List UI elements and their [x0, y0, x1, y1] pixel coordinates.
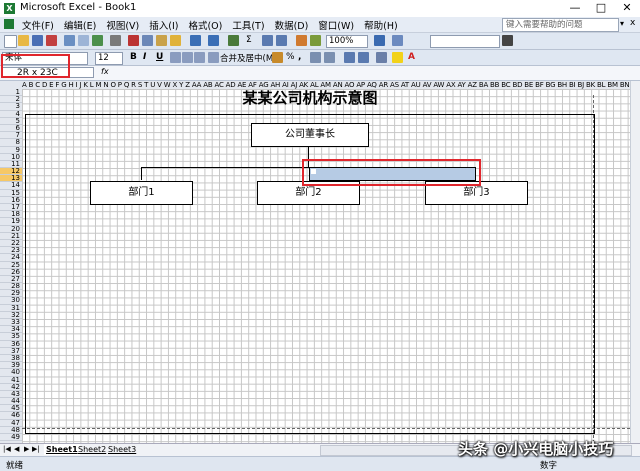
undo-icon[interactable] — [190, 35, 201, 46]
permission-icon[interactable] — [46, 35, 57, 46]
decrease-decimal-icon[interactable] — [324, 52, 335, 63]
italic-button[interactable]: I — [143, 52, 146, 62]
format-painter-icon[interactable] — [170, 35, 181, 46]
tab-sheet2[interactable]: Sheet2 — [76, 444, 108, 455]
sort-ascending-icon[interactable] — [262, 35, 273, 46]
align-center-icon[interactable] — [182, 52, 193, 63]
redo-icon[interactable] — [208, 35, 219, 46]
vertical-scrollbar[interactable] — [630, 81, 640, 443]
spelling-icon[interactable] — [92, 35, 103, 46]
row-headers[interactable]: 1 2 3 4 5 6 7 8 9 10 11 12 13 14 15 16 17 18 19 20 21 22 23 24 2… — [0, 88, 23, 443]
menu-edit[interactable]: 编辑(E) — [64, 18, 96, 32]
formatting-toolbar: 宋体 12 B I U 合并及居中(M) % , A — [0, 50, 640, 66]
print-preview-icon[interactable] — [78, 35, 89, 46]
borders-icon[interactable] — [376, 52, 387, 63]
page-break-vertical — [593, 95, 594, 443]
org-box-chairman[interactable]: 公司董事长 — [251, 123, 369, 147]
menu-format[interactable]: 格式(O) — [188, 18, 222, 32]
last-sheet-button[interactable]: ▶| — [32, 445, 40, 453]
org-box-dept1[interactable]: 部门1 — [90, 181, 193, 205]
hyperlink-icon[interactable] — [228, 35, 239, 46]
fill-color-icon[interactable] — [392, 52, 403, 63]
percent-button[interactable]: % — [286, 52, 295, 62]
maximize-button[interactable]: □ — [588, 0, 614, 17]
line-style-select[interactable] — [430, 35, 500, 48]
open-icon[interactable] — [18, 35, 29, 46]
draw-border-icon[interactable] — [502, 35, 513, 46]
underline-button[interactable]: U — [156, 52, 163, 62]
minimize-button[interactable]: — — [562, 0, 588, 17]
annotation-highlight-namebox — [1, 54, 70, 78]
close-workbook-button[interactable]: x — [630, 18, 635, 28]
menu-window[interactable]: 窗口(W) — [318, 18, 354, 32]
autosum-icon[interactable]: Σ — [246, 35, 252, 45]
connector-dept1 — [141, 167, 142, 180]
menu-data[interactable]: 数据(D) — [275, 18, 309, 32]
workbook-icon[interactable] — [4, 19, 14, 29]
help-dropdown-icon[interactable]: ▾ — [620, 19, 624, 28]
menu-bar: 文件(F) 编辑(E) 视图(V) 插入(I) 格式(O) 工具(T) 数据(D… — [0, 17, 640, 33]
copy-icon[interactable] — [142, 35, 153, 46]
next-sheet-button[interactable]: ▶ — [24, 445, 29, 453]
menu-tools[interactable]: 工具(T) — [232, 18, 264, 32]
zoom-select[interactable]: 100% — [326, 35, 368, 48]
first-sheet-button[interactable]: |◀ — [3, 445, 11, 453]
increase-decimal-icon[interactable] — [310, 52, 321, 63]
chart-wizard-icon[interactable] — [296, 35, 307, 46]
sort-descending-icon[interactable] — [276, 35, 287, 46]
page-break-horizontal — [22, 428, 630, 429]
align-left-icon[interactable] — [170, 52, 181, 63]
increase-indent-icon[interactable] — [358, 52, 369, 63]
merge-center-icon[interactable] — [208, 52, 219, 63]
help-search-input[interactable]: 键入需要帮助的问题 — [502, 18, 619, 32]
formula-bar: 2R x 23C fx — [0, 66, 640, 81]
status-numlock: 数字 — [540, 461, 558, 471]
menu-insert[interactable]: 插入(I) — [149, 18, 178, 32]
help-icon[interactable] — [374, 35, 385, 46]
font-color-icon[interactable]: A — [408, 52, 415, 62]
tab-sheet3[interactable]: Sheet3 — [106, 444, 138, 455]
window-title: Microsoft Excel - Book1 — [20, 2, 137, 13]
worksheet-grid: A B C D E F G H I J K L M N O P Q R S T … — [0, 81, 640, 443]
border-style-icon[interactable] — [392, 35, 403, 46]
bold-button[interactable]: B — [130, 52, 137, 62]
font-size-select[interactable]: 12 — [95, 52, 123, 65]
save-icon[interactable] — [32, 35, 43, 46]
tab-sheet1[interactable]: Sheet1 — [44, 444, 80, 455]
insert-function-button[interactable]: fx — [101, 67, 109, 76]
standard-toolbar: Σ 100% — [0, 33, 640, 50]
research-icon[interactable] — [110, 35, 121, 46]
drawing-icon[interactable] — [310, 35, 321, 46]
paste-icon[interactable] — [156, 35, 167, 46]
row-header[interactable]: 49 — [0, 433, 22, 442]
menu-view[interactable]: 视图(V) — [106, 18, 139, 32]
menu-help[interactable]: 帮助(H) — [364, 18, 398, 32]
annotation-highlight-selection — [302, 159, 481, 186]
merge-center-button[interactable]: 合并及居中(M) — [220, 52, 276, 64]
watermark-text: 头条 @小兴电脑小技巧 — [458, 440, 614, 458]
menu-file[interactable]: 文件(F) — [22, 18, 54, 32]
prev-sheet-button[interactable]: ◀ — [14, 445, 19, 453]
print-icon[interactable] — [64, 35, 75, 46]
close-button[interactable]: ✕ — [614, 0, 640, 17]
excel-icon: X — [4, 3, 15, 14]
align-right-icon[interactable] — [194, 52, 205, 63]
cut-icon[interactable] — [128, 35, 139, 46]
title-bar: X Microsoft Excel - Book1 — □ ✕ — [0, 0, 640, 18]
decrease-indent-icon[interactable] — [344, 52, 355, 63]
currency-icon[interactable] — [272, 52, 283, 63]
comma-button[interactable]: , — [298, 52, 301, 62]
status-ready: 就绪 — [6, 461, 24, 471]
new-icon[interactable] — [4, 35, 17, 48]
sheet-title: 某某公司机构示意图 — [242, 89, 378, 107]
